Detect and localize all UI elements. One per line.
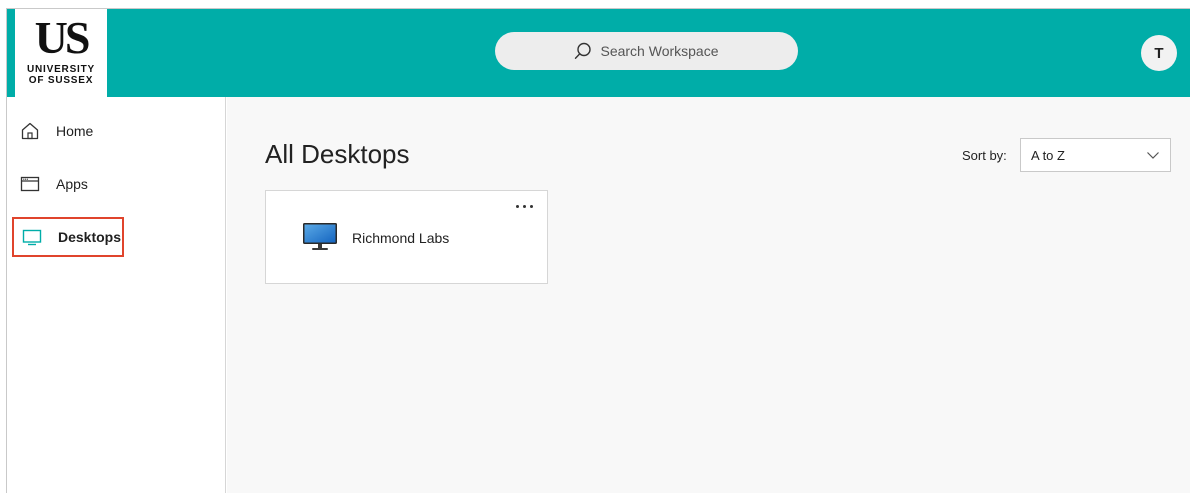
search-workspace-input[interactable]: Search Workspace [495, 32, 798, 70]
desktop-card[interactable]: Richmond Labs [265, 190, 548, 284]
desktop-name: Richmond Labs [352, 230, 450, 246]
main-content: All Desktops Sort by: A to Z Richmond La… [227, 97, 1190, 493]
apps-window-icon [20, 174, 40, 194]
sidebar-item-home[interactable]: Home [12, 111, 124, 151]
monitor-icon [302, 222, 338, 252]
sort-label: Sort by: [962, 148, 1007, 163]
home-icon [20, 121, 40, 141]
university-logo[interactable]: US UNIVERSITY OF SUSSEX [15, 9, 107, 97]
page-title: All Desktops [265, 139, 410, 169]
sidebar-item-label: Home [56, 123, 94, 139]
sidebar-item-label: Apps [56, 176, 88, 192]
logo-line-1: UNIVERSITY [26, 64, 95, 75]
desktop-icon [22, 227, 42, 247]
chevron-down-icon [1146, 148, 1160, 162]
sort-selected-value: A to Z [1031, 147, 1065, 163]
sidebar-item-desktops[interactable]: Desktops [12, 217, 124, 257]
more-options-icon[interactable] [511, 197, 537, 215]
sort-dropdown[interactable]: A to Z [1020, 138, 1171, 172]
search-icon [574, 42, 592, 60]
sidebar: Home Apps Desktops [7, 97, 226, 493]
workspace-window: US UNIVERSITY OF SUSSEX Search Workspace… [6, 8, 1190, 493]
search-placeholder: Search Workspace [600, 43, 719, 59]
user-avatar-button[interactable]: T [1141, 35, 1177, 71]
logo-line-2: OF SUSSEX [28, 75, 94, 86]
logo-mark: US [34, 12, 91, 63]
top-header: US UNIVERSITY OF SUSSEX Search Workspace… [7, 9, 1190, 97]
sidebar-item-apps[interactable]: Apps [12, 164, 124, 204]
sidebar-item-label: Desktops [58, 229, 122, 245]
